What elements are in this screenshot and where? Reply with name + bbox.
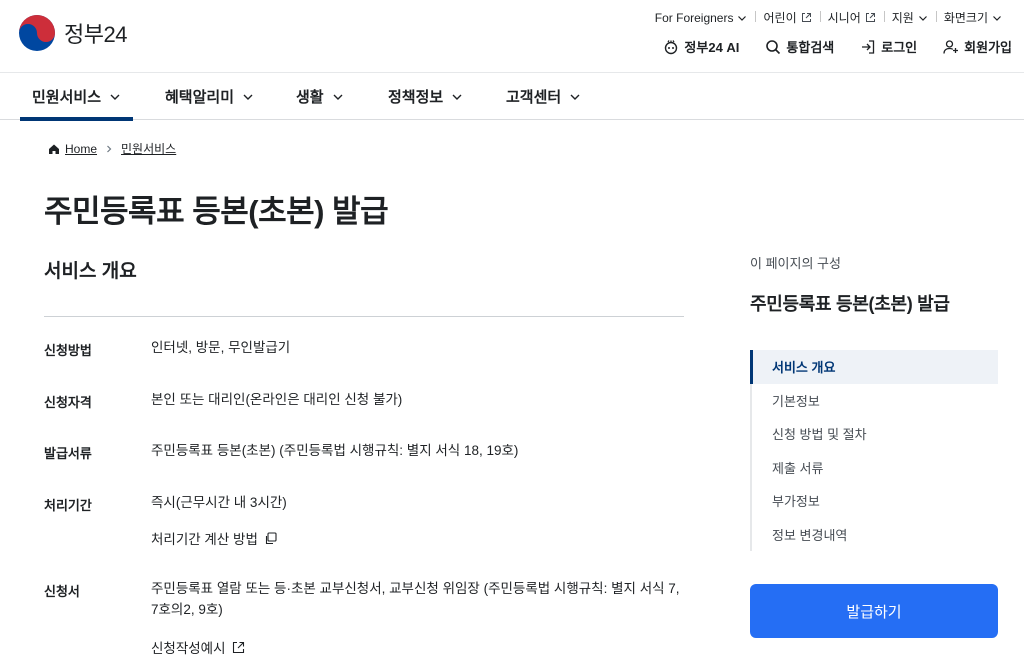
chevron-down-icon <box>110 94 120 100</box>
signup-label: 회원가입 <box>964 40 1012 55</box>
toc-item-method-procedure[interactable]: 신청 방법 및 절차 <box>752 417 998 451</box>
row-value-processing-time: 즉시(근무시간 내 3시간) <box>151 495 287 510</box>
section-divider <box>44 316 684 317</box>
nav-item-label: 혜택알리미 <box>165 89 235 106</box>
main-nav: 민원서비스 혜택알리미 생활 정책정보 고객센터 <box>0 72 1024 121</box>
logo[interactable]: 정부24 <box>18 14 127 52</box>
chevron-down-icon <box>738 15 747 21</box>
toc-title: 주민등록표 등본(초본) 발급 <box>750 294 950 314</box>
nav-item-label: 생활 <box>296 89 324 106</box>
support-label: 지원 <box>891 11 914 25</box>
toc-caption: 이 페이지의 구성 <box>750 256 841 271</box>
toc-item-change-history[interactable]: 정보 변경내역 <box>752 518 998 552</box>
kids-label: 어린이 <box>763 11 797 25</box>
toc-item-additional-info[interactable]: 부가정보 <box>752 484 998 518</box>
chevron-down-icon <box>452 94 462 100</box>
font-size-menu[interactable]: 화면크기 <box>935 9 1010 26</box>
breadcrumb-current-link[interactable]: 민원서비스 <box>121 140 176 157</box>
row-value-documents: 주민등록표 등본(초본) (주민등록법 시행규칙: 별지 서식 18, 19호) <box>151 443 519 458</box>
row-value-application-form-line1: 주민등록표 열람 또는 등·초본 교부신청서, 교부신청 위임장 (주민등록법 … <box>151 581 680 596</box>
chevron-down-icon <box>918 15 927 21</box>
kids-link[interactable]: 어린이 <box>755 9 819 26</box>
row-label-application-form: 신청서 <box>44 584 80 599</box>
row-value-application-form-line2: 7호의2, 9호) <box>151 602 223 617</box>
font-size-label: 화면크기 <box>943 11 988 25</box>
home-icon <box>49 144 59 154</box>
page-title: 주민등록표 등본(초본) 발급 <box>44 194 389 229</box>
signup-button[interactable]: 회원가입 <box>943 37 1012 56</box>
row-value-method: 인터넷, 방문, 무인발급기 <box>151 340 291 355</box>
site-header: 정부24 For Foreigners 어린이 시니어 지원 화면크기 정부24… <box>0 0 1024 72</box>
nav-item-label: 정책정보 <box>388 89 444 106</box>
chevron-down-icon <box>243 94 253 100</box>
row-label-eligibility: 신청자격 <box>44 395 92 410</box>
login-label: 로그인 <box>881 40 918 55</box>
toc-list: 서비스 개요 기본정보 신청 방법 및 절차 제출 서류 부가정보 정보 변경내… <box>750 350 998 551</box>
nav-item-label: 고객센터 <box>506 89 562 106</box>
logo-text: 정부24 <box>64 22 127 47</box>
search-label: 통합검색 <box>786 40 835 55</box>
nav-item-policy[interactable]: 정책정보 <box>388 73 463 120</box>
for-foreigners-menu[interactable]: For Foreigners <box>647 11 756 25</box>
utility-nav: For Foreigners 어린이 시니어 지원 화면크기 <box>647 9 1010 26</box>
login-icon <box>862 39 875 54</box>
breadcrumb-home[interactable]: Home <box>48 142 97 156</box>
support-menu[interactable]: 지원 <box>883 9 936 26</box>
ai-label: 정부24 AI <box>684 40 740 55</box>
row-label-method: 신청방법 <box>44 343 92 358</box>
application-example-link[interactable]: 신청작성예시 <box>151 637 245 657</box>
row-label-documents: 발급서류 <box>44 446 92 461</box>
taegeuk-logo-icon <box>19 15 55 51</box>
toc-item-overview[interactable]: 서비스 개요 <box>750 350 998 384</box>
senior-label: 시니어 <box>827 11 861 25</box>
nav-item-life[interactable]: 생활 <box>296 73 344 120</box>
toc-item-basic-info[interactable]: 기본정보 <box>752 384 998 418</box>
nav-item-benefits[interactable]: 혜택알리미 <box>165 73 254 120</box>
search-button[interactable]: 통합검색 <box>765 37 834 56</box>
search-icon <box>766 39 781 54</box>
row-value-eligibility: 본인 또는 대리인(온라인은 대리인 신청 불가) <box>151 392 403 407</box>
senior-link[interactable]: 시니어 <box>819 9 884 26</box>
chevron-down-icon <box>333 94 343 100</box>
breadcrumb-home-link[interactable]: Home <box>65 142 97 156</box>
chevron-right-icon <box>107 145 112 152</box>
chevron-down-icon <box>993 15 1001 21</box>
breadcrumb: Home 민원서비스 <box>48 140 176 157</box>
copy-icon <box>265 531 277 544</box>
header-actions: 정부24 AI 통합검색 로그인 회원가입 <box>663 37 1012 56</box>
ai-button[interactable]: 정부24 AI <box>663 37 739 56</box>
application-example-label: 신청작성예시 <box>151 641 226 656</box>
user-plus-icon <box>943 39 959 54</box>
issue-button[interactable]: 발급하기 <box>750 584 998 638</box>
processing-time-calc-label: 처리기간 계산 방법 <box>151 532 258 547</box>
nav-item-customer-center[interactable]: 고객센터 <box>506 73 581 120</box>
toc-item-documents[interactable]: 제출 서류 <box>752 451 998 485</box>
section-title-overview: 서비스 개요 <box>44 261 137 282</box>
login-button[interactable]: 로그인 <box>860 37 917 56</box>
nav-item-label: 민원서비스 <box>32 89 102 106</box>
processing-time-calc-link[interactable]: 처리기간 계산 방법 <box>151 528 277 548</box>
external-link-icon <box>232 641 244 653</box>
ai-robot-icon <box>665 39 678 54</box>
chevron-down-icon <box>570 94 580 100</box>
row-label-processing-time: 처리기간 <box>44 498 92 513</box>
for-foreigners-label: For Foreigners <box>654 10 734 25</box>
external-link-icon <box>865 13 875 22</box>
nav-item-civil-service[interactable]: 민원서비스 <box>20 73 134 121</box>
external-link-icon <box>801 13 811 22</box>
